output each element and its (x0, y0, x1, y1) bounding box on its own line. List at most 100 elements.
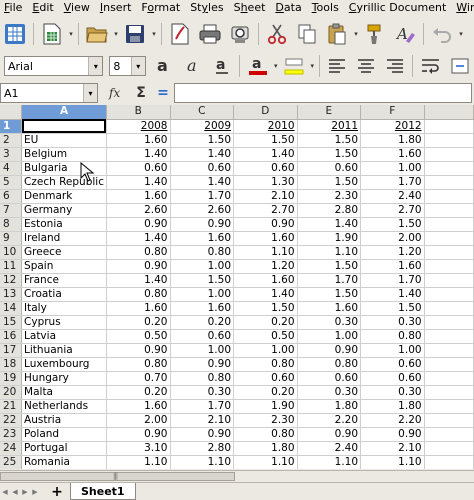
row-header[interactable]: 14 (0, 301, 23, 316)
value-cell[interactable]: 1.10 (297, 455, 362, 469)
empty-cell[interactable] (424, 175, 474, 190)
save-icon[interactable] (122, 21, 148, 47)
formula-icon[interactable]: = (154, 80, 172, 106)
value-cell[interactable]: 1.40 (297, 217, 362, 232)
value-cell[interactable]: 2.00 (360, 231, 425, 246)
value-cell[interactable]: 1.40 (106, 175, 171, 190)
row-header[interactable]: 7 (0, 203, 23, 218)
country-cell[interactable]: Luxembourg (21, 357, 107, 372)
empty-cell[interactable] (424, 231, 474, 246)
value-cell[interactable]: 1.00 (297, 329, 362, 344)
country-cell[interactable]: Portugal (21, 441, 107, 456)
row-header[interactable]: 1 (0, 119, 23, 134)
value-cell[interactable]: 2.10 (360, 441, 425, 456)
country-cell[interactable]: Belgium (21, 147, 107, 162)
menu-item-cyrillic-document[interactable]: Cyrillic Document (345, 0, 452, 16)
previous-sheet-icon[interactable]: ◀ (10, 485, 20, 499)
empty-cell[interactable] (424, 357, 474, 372)
row-header[interactable]: 23 (0, 427, 23, 442)
undo-dropdown-icon[interactable]: ▾ (457, 21, 465, 47)
value-cell[interactable]: 0.90 (297, 343, 362, 358)
value-cell[interactable]: 1.00 (233, 343, 298, 358)
value-cell[interactable]: 0.90 (106, 259, 171, 274)
empty-cell[interactable] (424, 161, 474, 176)
value-cell[interactable]: 1.40 (233, 147, 298, 162)
empty-cell[interactable] (424, 301, 474, 316)
row-header[interactable]: 4 (0, 161, 23, 176)
horizontal-scrollbar[interactable]: ||| (0, 470, 474, 482)
row-header[interactable]: 15 (0, 315, 23, 330)
value-cell[interactable]: 2.80 (170, 441, 235, 456)
merge-cells-icon[interactable] (447, 53, 472, 79)
font-size-combobox[interactable]: 8 ▾ (109, 56, 146, 76)
print-icon[interactable] (197, 21, 223, 47)
menu-item-sheet[interactable]: Sheet (230, 0, 272, 16)
value-cell[interactable]: 0.30 (297, 315, 362, 330)
clone-formatting-icon[interactable] (362, 21, 388, 47)
value-cell[interactable]: 2.20 (360, 413, 425, 428)
value-cell[interactable]: 0.60 (297, 371, 362, 386)
font-color-icon[interactable]: a (245, 53, 270, 79)
menu-item-file[interactable]: File (0, 0, 28, 16)
value-cell[interactable]: 1.10 (233, 245, 298, 260)
highlighting-color-icon[interactable] (282, 53, 307, 79)
row-header[interactable]: 20 (0, 385, 23, 400)
column-header-f[interactable]: F (360, 105, 425, 120)
row-header[interactable]: 17 (0, 343, 23, 358)
last-sheet-icon[interactable]: ▶ (30, 485, 40, 499)
menu-item-format[interactable]: Format (137, 0, 186, 16)
value-cell[interactable]: 2.60 (170, 203, 235, 218)
value-cell[interactable]: 1.70 (297, 273, 362, 288)
value-cell[interactable]: 1.00 (170, 343, 235, 358)
empty-cell[interactable] (424, 245, 474, 260)
value-cell[interactable]: 0.90 (360, 427, 425, 442)
empty-cell[interactable] (424, 455, 474, 469)
country-cell[interactable]: Netherlands (21, 399, 107, 414)
value-cell[interactable]: 1.60 (233, 273, 298, 288)
row-header[interactable]: 16 (0, 329, 23, 344)
value-cell[interactable]: 0.80 (106, 357, 171, 372)
value-cell[interactable]: 1.40 (106, 231, 171, 246)
value-cell[interactable]: 1.10 (233, 455, 298, 469)
row-header[interactable]: 9 (0, 231, 23, 246)
paste-icon[interactable] (324, 21, 350, 47)
value-cell[interactable]: 1.50 (297, 147, 362, 162)
chevron-down-icon[interactable]: ▾ (88, 57, 103, 75)
value-cell[interactable]: 0.80 (233, 427, 298, 442)
paste-dropdown-icon[interactable]: ▾ (352, 21, 360, 47)
row-header[interactable]: 3 (0, 147, 23, 162)
value-cell[interactable]: 1.60 (297, 301, 362, 316)
value-cell[interactable]: 1.40 (233, 287, 298, 302)
next-sheet-icon[interactable]: ▶ (20, 485, 30, 499)
country-cell[interactable]: Hungary (21, 371, 107, 386)
active-cell-a1[interactable] (21, 119, 107, 134)
value-cell[interactable]: 0.90 (106, 427, 171, 442)
value-cell[interactable]: 0.30 (360, 385, 425, 400)
value-cell[interactable]: 0.60 (297, 161, 362, 176)
menu-item-styles[interactable]: Styles (186, 0, 229, 16)
new-spreadsheet-icon[interactable] (39, 21, 65, 47)
value-cell[interactable]: 1.70 (360, 175, 425, 190)
value-cell[interactable]: 0.60 (170, 161, 235, 176)
formula-input[interactable] (174, 83, 472, 103)
value-cell[interactable]: 0.60 (170, 329, 235, 344)
value-cell[interactable]: 1.50 (297, 175, 362, 190)
row-header[interactable]: 2 (0, 133, 23, 148)
value-cell[interactable]: 1.50 (297, 287, 362, 302)
empty-cell[interactable] (424, 217, 474, 232)
value-cell[interactable]: 1.60 (170, 231, 235, 246)
value-cell[interactable]: 1.90 (297, 231, 362, 246)
spreadsheet-grid[interactable]: ABCDEF 1 2008 2009 2010 2011 2012 2 EU 1.60 1.50 1… (0, 105, 474, 469)
value-cell[interactable]: 1.20 (233, 259, 298, 274)
value-cell[interactable]: 0.80 (297, 357, 362, 372)
value-cell[interactable]: 2.10 (170, 413, 235, 428)
value-cell[interactable]: 0.60 (360, 357, 425, 372)
chevron-down-icon[interactable]: ▾ (130, 57, 145, 75)
value-cell[interactable]: 0.90 (233, 217, 298, 232)
column-header-c[interactable]: C (170, 105, 235, 120)
value-cell[interactable]: 1.00 (360, 343, 425, 358)
row-header[interactable]: 18 (0, 357, 23, 372)
country-cell[interactable]: Poland (21, 427, 107, 442)
value-cell[interactable]: 0.90 (106, 217, 171, 232)
value-cell[interactable]: 0.60 (106, 161, 171, 176)
